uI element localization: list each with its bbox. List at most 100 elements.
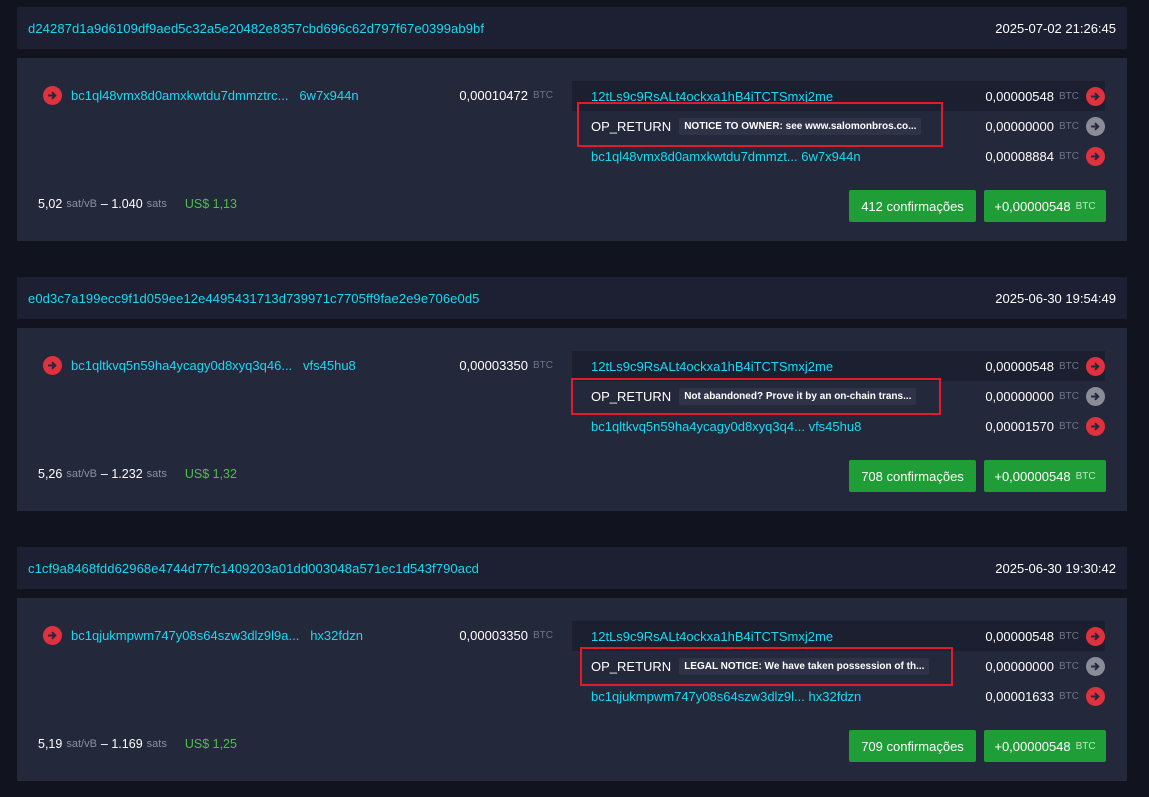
output-address[interactable]: 12tLs9c9RsALt4ockxa1hB4iTCTSmxj2me	[591, 359, 833, 374]
unit-label: BTC	[533, 360, 553, 371]
net-amount-badge[interactable]: +0,00000548 BTC	[984, 460, 1106, 492]
confirmations-badge[interactable]: 709 confirmações	[849, 730, 976, 762]
unit-label: BTC	[1059, 360, 1079, 372]
unit-label: BTC	[1075, 470, 1096, 482]
arrow-right-icon[interactable]	[1086, 686, 1105, 706]
output-row: bc1qltkvq5n59ha4ycagy0d8xyq3q4... vfs45h…	[572, 411, 1105, 441]
output-address-end: vfs45hu8	[808, 418, 862, 434]
input-address-start: bc1qjukmpwm747y08s64szw3dlz9l9a...	[71, 628, 300, 643]
fee-rate-unit: sat/vB	[66, 468, 97, 480]
confirmations-text: 708 confirmações	[861, 468, 964, 484]
tx-header: d24287d1a9d6109df9aed5c32a5e20482e8357cb…	[17, 7, 1127, 49]
output-amount: 0,00000548	[985, 628, 1054, 644]
arrow-right-icon[interactable]	[1086, 116, 1105, 136]
output-address-end: 6w7x944n	[801, 148, 861, 164]
tx-details: bc1ql48vmx8d0amxkwtdu7dmmztrc... 6w7x944…	[17, 58, 1127, 241]
output-address[interactable]: 12tLs9c9RsALt4ockxa1hB4iTCTSmxj2me	[591, 629, 833, 644]
tx-input-row: bc1qjukmpwm747y08s64szw3dlz9l9a... hx32f…	[43, 626, 553, 645]
unit-label: BTC	[1059, 420, 1079, 432]
tx-outputs: 12tLs9c9RsALt4ockxa1hB4iTCTSmxj2me 0,000…	[572, 76, 1105, 176]
unit-label: BTC	[533, 90, 553, 101]
op-return-row: OP_RETURN LEGAL NOTICE: We have taken po…	[572, 651, 1105, 681]
fee-info: 5,26 sat/vB – 1.232 sats US$ 1,32	[38, 467, 237, 481]
input-address[interactable]: bc1ql48vmx8d0amxkwtdu7dmmztrc... 6w7x944…	[71, 88, 446, 103]
output-address-start: bc1qjukmpwm747y08s64szw3dlz9l...	[591, 688, 805, 704]
tx-timestamp: 2025-06-30 19:30:42	[995, 560, 1116, 576]
confirmations-text: 412 confirmações	[861, 198, 964, 214]
arrow-right-icon[interactable]	[1086, 656, 1105, 676]
tx-timestamp: 2025-07-02 21:26:45	[995, 20, 1116, 36]
fee-size-unit: sats	[146, 198, 167, 210]
fee-size-unit: sats	[146, 468, 167, 480]
arrow-right-icon[interactable]	[1086, 386, 1105, 406]
unit-label: BTC	[1059, 690, 1079, 702]
net-amount-badge[interactable]: +0,00000548 BTC	[984, 190, 1106, 222]
tx-outputs: 12tLs9c9RsALt4ockxa1hB4iTCTSmxj2me 0,000…	[572, 616, 1105, 716]
tx-outputs: 12tLs9c9RsALt4ockxa1hB4iTCTSmxj2me 0,000…	[572, 346, 1105, 446]
op-return-label: OP_RETURN	[591, 658, 672, 674]
input-address[interactable]: bc1qjukmpwm747y08s64szw3dlz9l9a... hx32f…	[71, 628, 446, 643]
input-address[interactable]: bc1qltkvq5n59ha4ycagy0d8xyq3q46... vfs45…	[71, 358, 446, 373]
input-amount: 0,00003350	[459, 358, 528, 373]
op-return-label: OP_RETURN	[591, 388, 672, 404]
output-address[interactable]: bc1ql48vmx8d0amxkwtdu7dmmzt... 6w7x944n	[591, 149, 861, 164]
output-amount: 0,00000000	[985, 388, 1054, 404]
unit-label: BTC	[1059, 150, 1079, 162]
fee-rate: 5,19	[38, 737, 63, 751]
output-amount: 0,00001633	[985, 688, 1054, 704]
txid-link[interactable]: e0d3c7a199ecc9f1d059ee12e4495431713d7399…	[28, 291, 480, 306]
fee-info: 5,02 sat/vB – 1.040 sats US$ 1,13	[38, 197, 237, 211]
tx-input-row: bc1qltkvq5n59ha4ycagy0d8xyq3q46... vfs45…	[43, 356, 553, 375]
unit-label: BTC	[1059, 90, 1079, 102]
net-amount-badge[interactable]: +0,00000548 BTC	[984, 730, 1106, 762]
output-row: 12tLs9c9RsALt4ockxa1hB4iTCTSmxj2me 0,000…	[572, 621, 1105, 651]
op-return-message[interactable]: LEGAL NOTICE: We have taken possession o…	[679, 657, 930, 675]
output-address-start: bc1ql48vmx8d0amxkwtdu7dmmzt...	[591, 148, 798, 164]
output-amount: 0,00000548	[985, 358, 1054, 374]
txid-link[interactable]: d24287d1a9d6109df9aed5c32a5e20482e8357cb…	[28, 21, 484, 36]
output-address[interactable]: bc1qjukmpwm747y08s64szw3dlz9l... hx32fdz…	[591, 689, 861, 704]
op-return-message[interactable]: NOTICE TO OWNER: see www.salomonbros.co.…	[679, 117, 922, 135]
output-row: 12tLs9c9RsALt4ockxa1hB4iTCTSmxj2me 0,000…	[572, 81, 1105, 111]
input-address-start: bc1qltkvq5n59ha4ycagy0d8xyq3q46...	[71, 358, 293, 373]
unit-label: BTC	[1075, 740, 1096, 752]
op-return-row: OP_RETURN NOTICE TO OWNER: see www.salom…	[572, 111, 1105, 141]
output-address[interactable]: 12tLs9c9RsALt4ockxa1hB4iTCTSmxj2me	[591, 89, 833, 104]
txid-link[interactable]: c1cf9a8468fdd62968e4744d77fc1409203a01dd…	[28, 561, 479, 576]
fee-rate-unit: sat/vB	[66, 738, 97, 750]
confirmations-text: 709 confirmações	[861, 738, 964, 754]
arrow-right-icon[interactable]	[1086, 416, 1105, 436]
output-address-start: bc1qltkvq5n59ha4ycagy0d8xyq3q4...	[591, 418, 805, 434]
arrow-right-icon[interactable]	[1086, 86, 1105, 106]
output-address[interactable]: bc1qltkvq5n59ha4ycagy0d8xyq3q4... vfs45h…	[591, 419, 861, 434]
op-return-row: OP_RETURN Not abandoned? Prove it by an …	[572, 381, 1105, 411]
op-return-label: OP_RETURN	[591, 118, 672, 134]
unit-label: BTC	[1075, 200, 1096, 212]
input-amount: 0,00010472	[459, 88, 528, 103]
arrow-right-icon[interactable]	[1086, 356, 1105, 376]
arrow-right-icon[interactable]	[1086, 146, 1105, 166]
tx-input-row: bc1ql48vmx8d0amxkwtdu7dmmztrc... 6w7x944…	[43, 86, 553, 105]
arrow-right-icon[interactable]	[43, 626, 62, 645]
tx-details: bc1qltkvq5n59ha4ycagy0d8xyq3q46... vfs45…	[17, 328, 1127, 511]
arrow-right-icon[interactable]	[43, 356, 62, 375]
fee-rate-unit: sat/vB	[66, 198, 97, 210]
output-address-end: hx32fdzn	[808, 688, 862, 704]
fee-usd: US$ 1,32	[184, 467, 237, 481]
fee-rate: 5,02	[38, 197, 63, 211]
input-address-start: bc1ql48vmx8d0amxkwtdu7dmmztrc...	[71, 88, 289, 103]
fee-rate: 5,26	[38, 467, 63, 481]
output-amount: 0,00001570	[985, 418, 1054, 434]
confirmations-badge[interactable]: 412 confirmações	[849, 190, 976, 222]
arrow-right-icon[interactable]	[43, 86, 62, 105]
output-amount: 0,00000000	[985, 658, 1054, 674]
output-amount: 0,00000548	[985, 88, 1054, 104]
op-return-message[interactable]: Not abandoned? Prove it by an on-chain t…	[679, 387, 917, 405]
unit-label: BTC	[1059, 120, 1079, 132]
input-address-end: hx32fdzn	[310, 628, 363, 643]
confirmations-badge[interactable]: 708 confirmações	[849, 460, 976, 492]
output-amount: 0,00000000	[985, 118, 1054, 134]
arrow-right-icon[interactable]	[1086, 626, 1105, 646]
net-amount: +0,00000548	[994, 738, 1071, 754]
tx-details: bc1qjukmpwm747y08s64szw3dlz9l9a... hx32f…	[17, 598, 1127, 781]
